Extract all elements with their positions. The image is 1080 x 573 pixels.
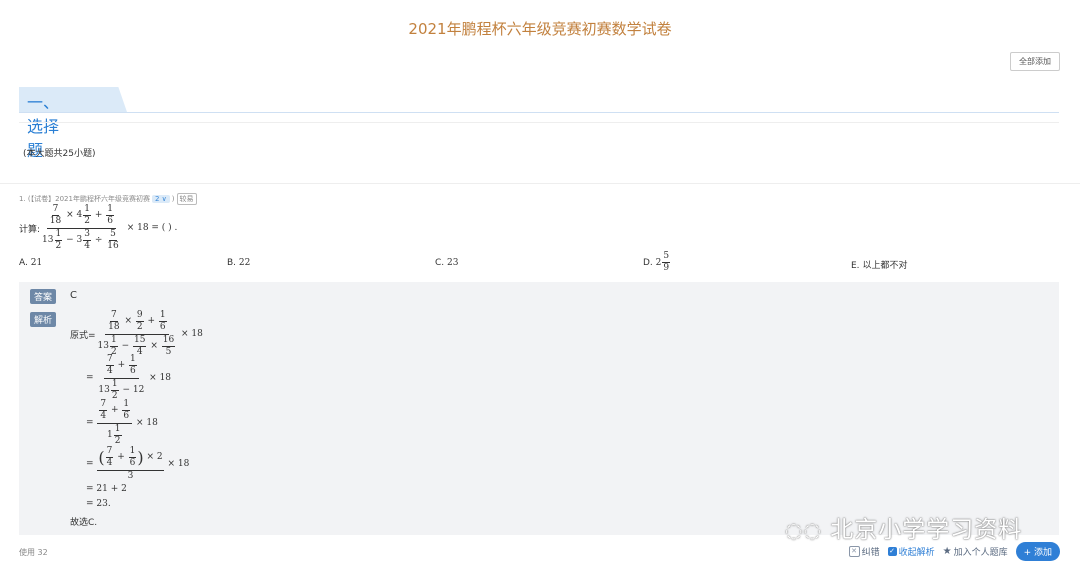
analysis-badge: 解析: [30, 312, 57, 327]
question-source-close: ): [171, 195, 175, 203]
question-actions: ✕ 纠错 ✓ 收起解析 ★ 加入个人题库 + 添加: [848, 542, 1060, 561]
analysis-line-3: = 74 + 16 112 × 18: [86, 399, 158, 447]
prompt-prefix: 计算:: [19, 224, 41, 235]
analysis-line-1: 原式= 7 18 × 92 + 16 13 1 2 − 15 4 × 16 5 × 18: [70, 310, 203, 358]
prompt-suffix: × 18 = ( ) .: [126, 223, 178, 234]
divider: [0, 183, 1080, 184]
option-a[interactable]: A. 21: [19, 258, 42, 268]
add-to-bank-button[interactable]: ★ 加入个人题库: [943, 545, 1008, 558]
option-b[interactable]: B. 22: [227, 258, 250, 268]
analysis-conclusion: 故选C.: [70, 518, 98, 528]
option-d[interactable]: D. 2 59: [643, 251, 671, 274]
report-error-button[interactable]: ✕ 纠错: [848, 545, 880, 558]
page-title: 2021年鹏程杯六年级竞赛初赛数学试卷: [408, 20, 672, 38]
divider: [19, 122, 1059, 123]
star-icon: ★: [942, 546, 952, 557]
analysis-line-6: = 23.: [86, 499, 111, 509]
question-prompt: 计算: 7 18 × 412 + 16 13 1 2 − 334 ÷ 5 16 × 18…: [19, 204, 178, 252]
difficulty-badge: 较易: [176, 193, 197, 205]
collapse-analysis-button[interactable]: ✓ 收起解析: [887, 545, 935, 558]
prompt-main-fraction: 7 18 × 412 + 16 13 1 2 − 334 ÷ 5 16: [42, 204, 119, 252]
checkbox-icon: ✓: [887, 547, 897, 556]
add-button[interactable]: + 添加: [1015, 542, 1060, 561]
section-underline: [19, 112, 1059, 113]
question-source: 1. (【试卷】2021年鹏程杯六年级竞赛初赛: [19, 195, 150, 203]
usage-count: 使用 32: [19, 548, 48, 557]
answer-badge: 答案: [30, 289, 57, 304]
report-icon: ✕: [848, 546, 860, 557]
answer-value: C: [70, 290, 77, 301]
analysis-line-2: = 74 + 16 13 1 2 − 12 × 18: [86, 354, 172, 402]
watermark: ◌◌ 北京小学学习资料: [785, 517, 1023, 543]
analysis-line-5: = 21 + 2: [86, 484, 127, 494]
add-all-button[interactable]: 全部添加: [1010, 52, 1060, 71]
question-count-note: (本大题共25小题): [23, 149, 96, 159]
option-c[interactable]: C. 23: [435, 258, 458, 268]
analysis-line-4: = (7 4 + 1 6) × 2 3 × 18: [86, 446, 190, 481]
source-count-select[interactable]: 2 ∨: [151, 195, 170, 203]
option-e[interactable]: E. 以上都不对: [851, 258, 907, 271]
wechat-icon: ◌◌: [785, 518, 822, 542]
